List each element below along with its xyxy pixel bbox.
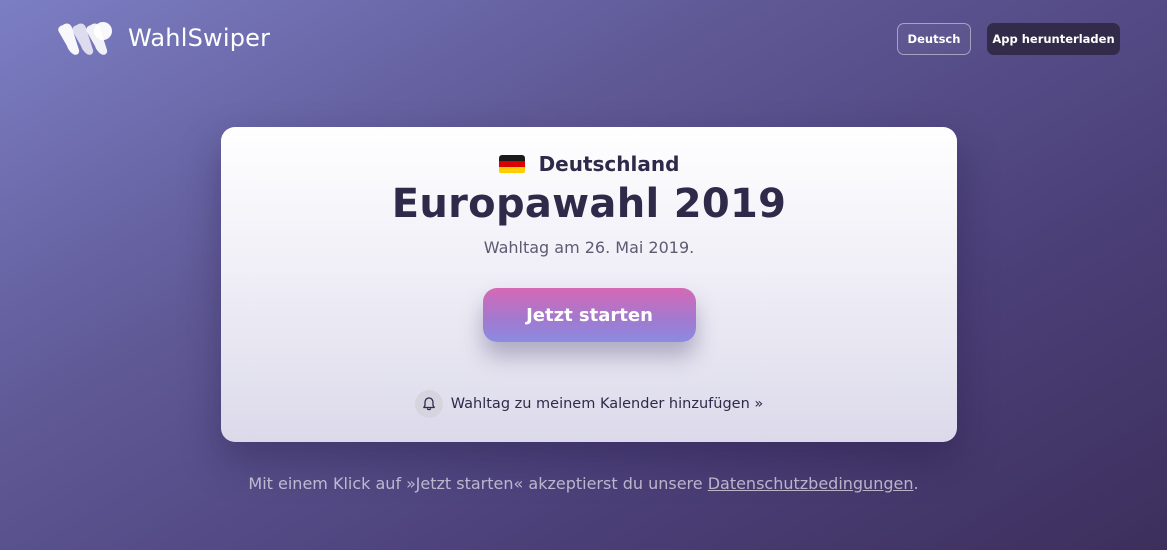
brand-name[interactable]: WahlSwiper [128,24,270,52]
download-app-button[interactable]: App herunterladen [987,23,1120,55]
germany-flag-icon [498,154,525,174]
consent-note-end: . [913,474,919,493]
consent-note: Mit einem Klick auf »Jetzt starten« akze… [0,474,1167,493]
add-to-calendar-link[interactable]: Wahltag zu meinem Kalender hinzufügen » [221,390,957,418]
language-button[interactable]: Deutsch [897,23,971,55]
bell-icon [414,390,443,418]
header: WahlSwiper Deutsch App herunterladen [0,0,1167,78]
privacy-policy-link[interactable]: Datenschutzbedingungen [708,474,914,493]
wahlswiper-logo-icon[interactable] [57,21,113,56]
election-card: Deutschland Europawahl 2019 Wahltag am 2… [221,127,957,442]
election-title: Europawahl 2019 [391,181,787,227]
election-date: Wahltag am 26. Mai 2019. [483,238,695,257]
consent-note-text: Mit einem Klick auf »Jetzt starten« akze… [248,474,708,493]
calendar-link-text[interactable]: Wahltag zu meinem Kalender hinzufügen » [451,396,764,412]
start-button[interactable]: Jetzt starten [483,288,696,342]
country-label: Deutschland [538,152,680,176]
country-row: Deutschland [221,151,957,177]
